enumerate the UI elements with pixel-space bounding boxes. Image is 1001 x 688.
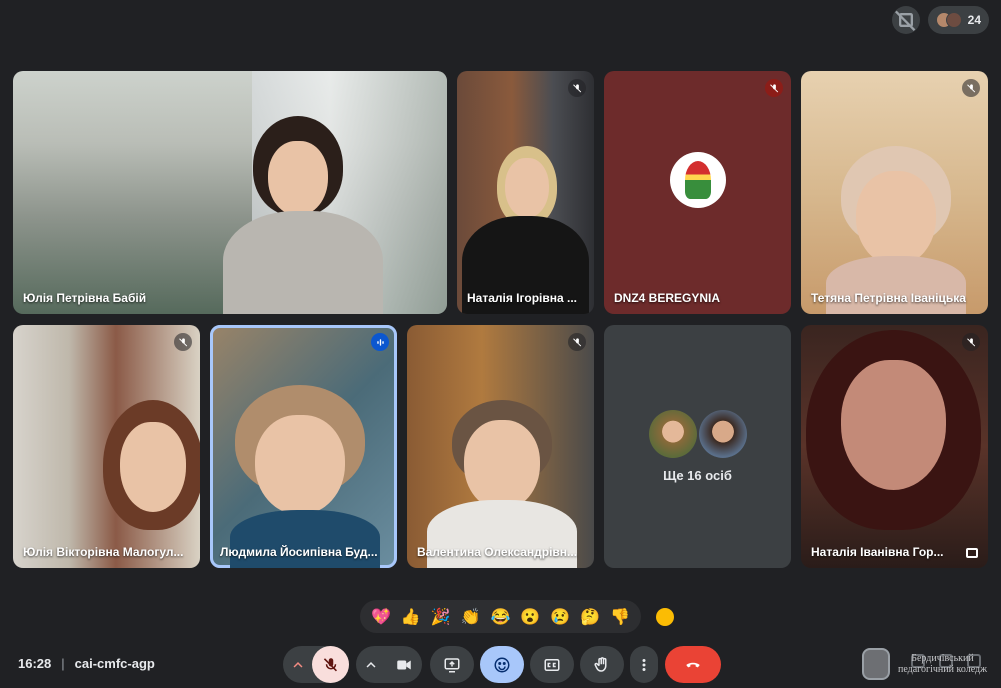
- speaking-icon: [371, 333, 389, 351]
- college-watermark: Бердичівський педагогічний коледж: [861, 648, 987, 680]
- hand-icon: [594, 656, 607, 672]
- participant-name: Юлія Вікторівна Малогул...: [23, 545, 184, 559]
- others-tile[interactable]: Ще 16 осіб: [604, 325, 791, 568]
- separator: |: [61, 656, 65, 671]
- participant-count: 24: [967, 13, 981, 27]
- reaction-thumbs-down[interactable]: 👎: [608, 607, 632, 627]
- video-feed: [826, 146, 966, 314]
- mic-muted-icon: [174, 333, 192, 351]
- participant-tile[interactable]: Юлія Петрівна Бабій: [13, 71, 447, 314]
- video-feed: [427, 400, 577, 568]
- watermark-line-1: Бердичівський: [911, 653, 974, 664]
- video-feed: [223, 116, 383, 314]
- participant-tile[interactable]: Валентина Олександрівн...: [407, 325, 594, 568]
- participant-name: Людмила Йосипівна Буд...: [220, 545, 378, 559]
- pip-icon[interactable]: [966, 548, 978, 558]
- mic-muted-icon: [962, 333, 980, 351]
- leave-call-button[interactable]: [665, 646, 721, 683]
- video-feed: [457, 146, 594, 314]
- reaction-party[interactable]: 🎉: [429, 607, 453, 627]
- participant-tile[interactable]: Тетяна Петрівна Іваніцька: [801, 71, 988, 314]
- reaction-thinking[interactable]: 🤔: [578, 607, 602, 627]
- avatar: [669, 152, 726, 209]
- skin-tone-picker[interactable]: [656, 608, 674, 626]
- participant-tile[interactable]: Наталія Іванівна Гор...: [801, 325, 988, 568]
- more-vert-icon: [642, 658, 646, 671]
- reactions-button[interactable]: [480, 646, 524, 683]
- participant-tile[interactable]: Людмила Йосипівна Буд...: [210, 325, 397, 568]
- camera-options-button[interactable]: [356, 646, 385, 683]
- participant-tile[interactable]: Наталія Ігорівна ...: [457, 71, 594, 314]
- closed-captions-icon: [544, 658, 560, 671]
- participant-name: Наталія Іванівна Гор...: [811, 545, 944, 559]
- participants-button[interactable]: 24: [927, 6, 989, 34]
- reaction-thumbs-up[interactable]: 👍: [399, 607, 423, 627]
- emoji-icon: [494, 657, 510, 672]
- participant-tile[interactable]: DNZ4 BEREGYNIA: [604, 71, 791, 314]
- mic-muted-icon: [568, 79, 586, 97]
- camera-toggle-button[interactable]: [385, 646, 422, 683]
- meeting-code[interactable]: cai-cmfc-agp: [75, 656, 155, 671]
- video-feed: [230, 385, 380, 568]
- participant-name: DNZ4 BEREGYNIA: [614, 291, 721, 305]
- raise-hand-button[interactable]: [580, 646, 624, 683]
- present-screen-icon: [444, 657, 460, 672]
- reaction-sad[interactable]: 😢: [548, 607, 572, 627]
- meeting-info: 16:28 | cai-cmfc-agp: [18, 656, 155, 671]
- chevron-up-icon: [366, 661, 375, 668]
- reactions-bar: 💖 👍 🎉 👏 😂 😮 😢 🤔 👎: [360, 600, 641, 633]
- participant-name: Валентина Олександрівн...: [417, 545, 578, 559]
- reaction-heart[interactable]: 💖: [369, 607, 393, 627]
- top-right-indicators: 24: [891, 6, 989, 34]
- mic-control: [283, 646, 349, 683]
- participant-name: Наталія Ігорівна ...: [467, 291, 577, 305]
- hand-raised-icon[interactable]: [891, 6, 920, 34]
- present-button[interactable]: [430, 646, 474, 683]
- watermark-text: Бердичівський педагогічний коледж: [898, 653, 987, 675]
- captions-button[interactable]: [530, 646, 574, 683]
- mic-toggle-button[interactable]: [312, 646, 349, 683]
- college-seal-icon: [861, 648, 890, 680]
- camera-control: [356, 646, 422, 683]
- chevron-up-icon: [293, 661, 302, 668]
- participant-avatars: [935, 12, 962, 28]
- call-end-icon: [686, 662, 700, 667]
- mic-off-icon: [323, 657, 337, 671]
- watermark-line-2: педагогічний коледж: [897, 664, 987, 675]
- video-feed: [98, 400, 200, 568]
- participant-tile[interactable]: Юлія Вікторівна Малогул...: [13, 325, 200, 568]
- participant-name: Тетяна Петрівна Іваніцька: [811, 291, 966, 305]
- others-avatars: [648, 410, 747, 458]
- video-feed: [806, 325, 986, 568]
- others-count: Ще 16 осіб: [663, 468, 732, 483]
- videocam-icon: [396, 660, 411, 669]
- reaction-laugh[interactable]: 😂: [488, 607, 512, 627]
- participant-name: Юлія Петрівна Бабій: [23, 291, 147, 305]
- more-options-button[interactable]: [630, 646, 658, 683]
- reaction-clap[interactable]: 👏: [459, 607, 483, 627]
- meeting-time: 16:28: [18, 656, 52, 671]
- mic-muted-icon: [568, 333, 586, 351]
- mic-muted-icon: [962, 79, 980, 97]
- mic-muted-icon: [765, 79, 783, 97]
- mic-options-button[interactable]: [283, 646, 312, 683]
- reaction-surprised[interactable]: 😮: [518, 607, 542, 627]
